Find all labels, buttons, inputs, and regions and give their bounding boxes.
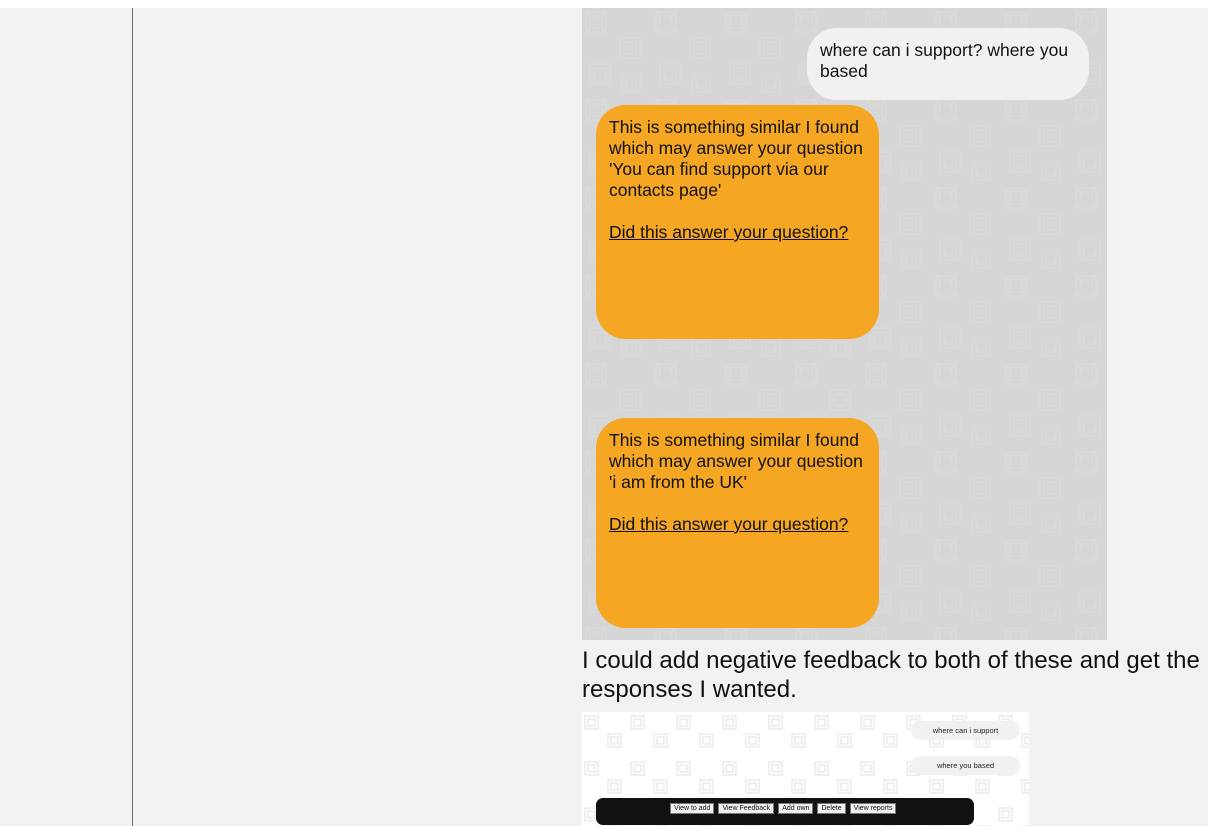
feedback-link[interactable]: Did this answer your question? <box>609 514 865 535</box>
user-message-bubble: where you based <box>911 756 1020 775</box>
caption-text: I could add negative feedback to both of… <box>582 647 1200 703</box>
bot-message-text: This is something similar I found which … <box>609 117 863 200</box>
feedback-link[interactable]: Did this answer your question? <box>609 222 865 243</box>
admin-toolbar: View to add View Feedback Add own Delete… <box>596 798 974 825</box>
add-own-button[interactable]: Add own <box>778 803 814 814</box>
user-message-bubble: where can i support? where you based <box>807 28 1089 100</box>
bot-message-bubble: This is something similar I found which … <box>596 105 879 339</box>
bot-message-text: This is something similar I found which … <box>609 430 863 492</box>
delete-button[interactable]: Delete <box>817 803 846 814</box>
view-to-add-button[interactable]: View to add <box>670 803 715 814</box>
toolbar-buttons: View to add View Feedback Add own Delete… <box>670 803 897 814</box>
user-message-text: where can i support? where you based <box>820 40 1069 81</box>
view-reports-button[interactable]: View reports <box>849 803 897 814</box>
user-message-text: where you based <box>936 761 995 770</box>
view-feedback-button[interactable]: View Feedback <box>718 803 775 814</box>
second-chat-screenshot: where can i support where you based View… <box>582 712 1029 826</box>
table-left-gutter <box>0 8 132 826</box>
user-message-text: where can i support <box>932 726 999 735</box>
chat-screenshot: where can i support? where you based Thi… <box>582 8 1107 640</box>
user-message-bubble: where can i support <box>911 721 1020 740</box>
bot-message-bubble: This is something similar I found which … <box>596 418 879 628</box>
